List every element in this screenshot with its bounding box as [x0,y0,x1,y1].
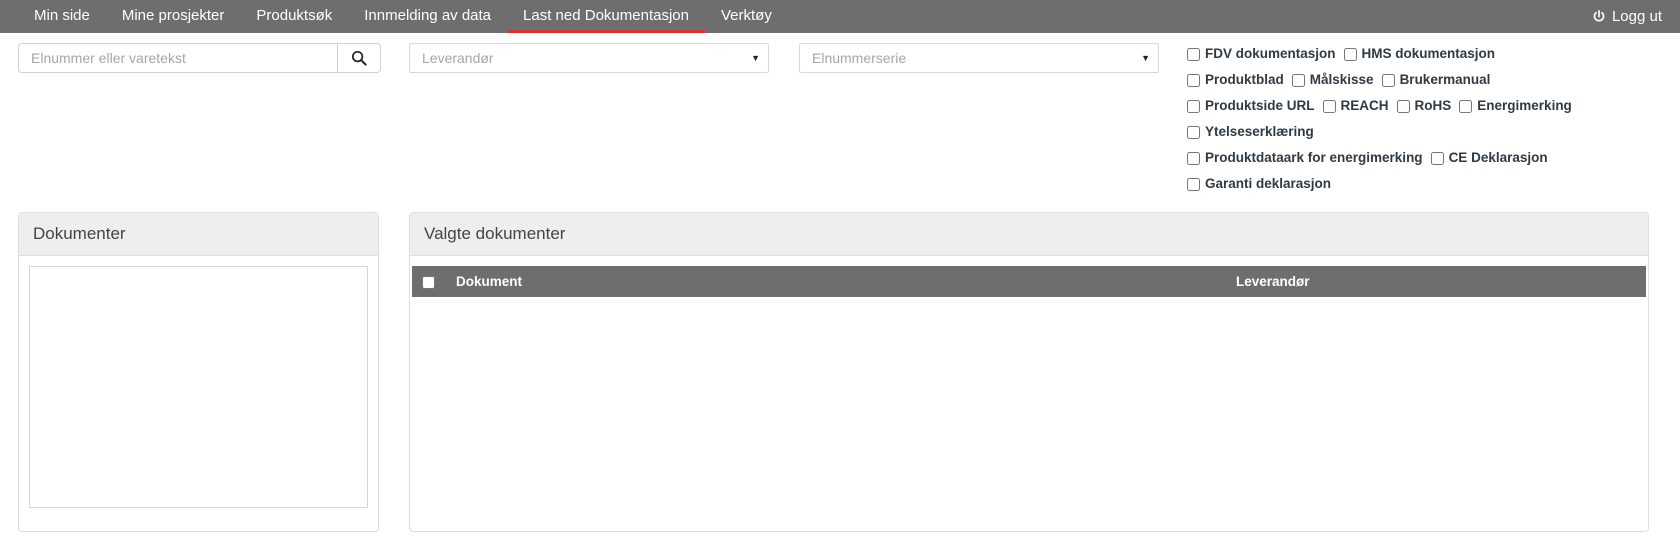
nav-item-label: Mine prosjekter [121,6,225,24]
select-all-checkbox[interactable] [422,275,435,289]
selected-documents-panel-body: Dokument Leverandør [410,256,1648,297]
checkbox-produktblad[interactable]: Produktblad [1187,73,1284,87]
nav-item-mine-prosjekter[interactable]: Mine prosjekter [106,0,241,33]
selected-documents-panel: Valgte dokumenter Dokument Leverandør [409,212,1649,532]
checkbox-label: Brukermanual [1399,72,1491,88]
nav-items: Min side Mine prosjekter Produktsøk Innm… [0,0,788,33]
navbar-right: Logg ut [1592,0,1680,33]
checkbox-input[interactable] [1322,99,1336,113]
checkbox-label: Energimerking [1477,98,1572,114]
documents-panel-body [19,256,378,518]
search-group [18,43,381,73]
checkbox-garanti-deklarasjon[interactable]: Garanti deklarasjon [1187,177,1331,191]
checkbox-malskisse[interactable]: Målskisse [1291,72,1374,88]
checkbox-input[interactable] [1187,151,1200,165]
nav-item-label: Innmelding av data [364,6,492,24]
checkbox-input[interactable] [1459,99,1473,113]
checkbox-produktside-url[interactable]: Produktside URL [1187,99,1315,113]
checkbox-produktdataark-for-energimerking[interactable]: Produktdataark for energimerking [1187,151,1423,165]
panels-area: Dokumenter Valgte dokumenter Dokument Le… [0,212,1680,532]
table-header: Dokument Leverandør [412,266,1646,297]
selected-documents-table: Dokument Leverandør [412,266,1646,297]
nav-item-label: Last ned Dokumentasjon [523,6,689,24]
nav-item-label: Produktsøk [256,6,333,24]
documents-panel-title: Dokumenter [19,213,378,256]
checkbox-rohs[interactable]: RoHS [1396,98,1452,114]
logout-button[interactable]: Logg ut [1592,8,1662,25]
checkbox-row: Produktside URL REACH RoHS Energimerking [1187,97,1572,115]
series-select-value: Elnummerserie [812,50,907,66]
checkbox-row: Ytelseserklæring [1187,123,1572,141]
checkbox-brukermanual[interactable]: Brukermanual [1381,72,1491,88]
nav-item-verktoy[interactable]: Verktøy [705,0,788,33]
checkbox-input[interactable] [1187,47,1200,61]
checkbox-input[interactable] [1396,99,1410,113]
column-header-dokument[interactable]: Dokument [446,266,1226,297]
checkbox-row: FDV dokumentasjon HMS dokumentasjon [1187,45,1572,63]
checkbox-input[interactable] [1187,125,1200,139]
nav-item-min-side[interactable]: Min side [18,0,106,33]
search-icon [351,50,367,66]
documents-panel: Dokumenter [18,212,379,532]
nav-item-last-ned-dokumentasjon[interactable]: Last ned Dokumentasjon [507,0,705,33]
select-all-header-cell [412,266,446,297]
checkbox-label: Produktdataark for energimerking [1205,150,1423,166]
checkbox-label: Garanti deklarasjon [1205,176,1332,192]
nav-item-innmelding-av-data[interactable]: Innmelding av data [348,0,507,33]
checkbox-label: HMS dokumentasjon [1361,46,1496,62]
checkbox-ytelseserklaering[interactable]: Ytelseserklæring [1187,125,1314,139]
checkbox-row: Produktdataark for energimerking CE Dekl… [1187,149,1572,167]
search-input[interactable] [18,43,337,73]
documents-listbox[interactable] [29,266,368,508]
checkbox-input[interactable] [1291,73,1305,87]
checkbox-input[interactable] [1381,73,1395,87]
top-navbar: Min side Mine prosjekter Produktsøk Innm… [0,0,1680,33]
power-icon [1592,9,1606,24]
checkbox-hms-dokumentasjon[interactable]: HMS dokumentasjon [1343,46,1496,62]
logout-label: Logg ut [1611,8,1662,25]
filter-bar: Leverandør ▼ Elnummerserie ▼ FDV dokumen… [0,33,1680,193]
nav-item-produktsok[interactable]: Produktsøk [240,0,348,33]
checkbox-label: Produktblad [1205,72,1284,88]
checkbox-ce-deklarasjon[interactable]: CE Deklarasjon [1430,150,1548,166]
supplier-select-wrap: Leverandør ▼ [409,43,769,73]
series-select-wrap: Elnummerserie ▼ [799,43,1159,73]
nav-item-label: Min side [34,6,90,24]
supplier-select[interactable]: Leverandør [409,43,769,73]
checkbox-label: RoHS [1414,98,1452,114]
checkbox-input[interactable] [1187,73,1200,87]
checkbox-row: Produktblad Målskisse Brukermanual [1187,71,1572,89]
checkbox-input[interactable] [1430,151,1444,165]
checkbox-input[interactable] [1187,99,1200,113]
checkbox-fdv-dokumentasjon[interactable]: FDV dokumentasjon [1187,47,1336,61]
checkbox-energimerking[interactable]: Energimerking [1459,99,1572,113]
nav-item-label: Verktøy [720,6,772,24]
checkbox-label: REACH [1340,98,1389,114]
table-header-row: Dokument Leverandør [412,266,1646,297]
selected-documents-panel-title: Valgte dokumenter [410,213,1648,256]
supplier-select-value: Leverandør [422,50,494,66]
checkbox-label: FDV dokumentasjon [1205,46,1336,62]
column-header-leverandor[interactable]: Leverandør [1226,266,1646,297]
search-button[interactable] [337,43,381,73]
checkbox-reach[interactable]: REACH [1322,98,1389,114]
series-select[interactable]: Elnummerserie [799,43,1159,73]
checkbox-input[interactable] [1187,177,1200,191]
checkbox-label: Produktside URL [1205,98,1315,114]
checkbox-label: Ytelseserklæring [1205,124,1314,140]
checkbox-input[interactable] [1343,47,1357,61]
checkbox-row: Garanti deklarasjon [1187,175,1572,193]
checkbox-label: Målskisse [1309,72,1374,88]
checkbox-label: CE Deklarasjon [1448,150,1548,166]
document-type-checkboxes: FDV dokumentasjon HMS dokumentasjon Prod… [1187,43,1572,201]
